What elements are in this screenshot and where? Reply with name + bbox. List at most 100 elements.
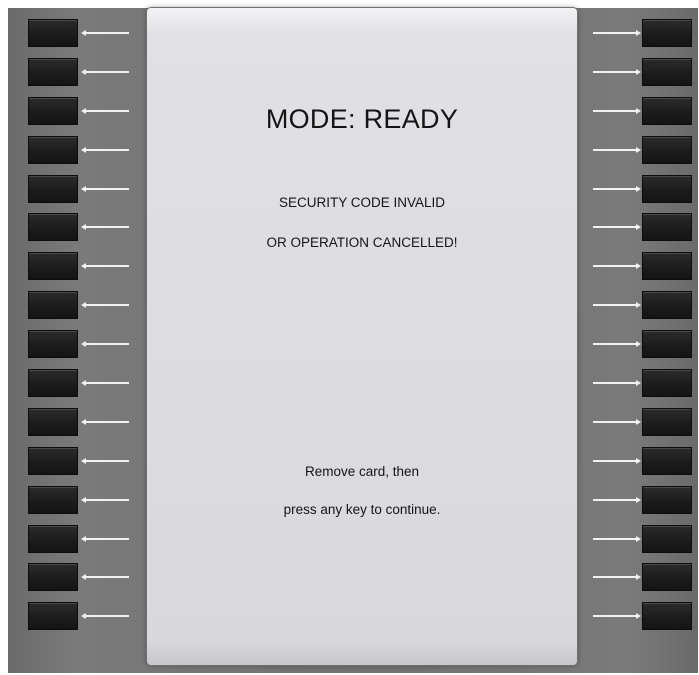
left-function-key-2[interactable] [28,57,78,86]
error-message-line-1: SECURITY CODE INVALID [278,195,446,210]
right-function-key-6[interactable] [642,213,692,242]
right-function-key-1[interactable] [642,19,692,47]
prompt-line-1: Remove card, then [304,464,420,479]
arrow-right-icon [593,457,641,464]
left-function-key-13[interactable] [28,485,78,514]
arrow-left-icon [81,613,129,620]
arrow-right-icon [593,30,641,36]
arrow-left-icon [81,574,129,581]
left-function-key-15[interactable] [28,563,78,592]
right-function-key-9[interactable] [642,330,692,359]
arrow-right-icon [593,107,641,114]
arrow-left-icon [81,146,129,153]
left-key-row [20,252,160,281]
left-key-row [20,96,160,125]
error-message-line-2: OR OPERATION CANCELLED! [266,235,458,250]
arrow-right-icon [593,496,641,503]
left-key-row [20,57,160,86]
arrow-left-icon [81,302,129,309]
right-key-row [579,174,699,203]
arrow-right-icon [593,146,641,153]
left-key-row [20,135,160,164]
right-key-row [579,563,699,592]
right-function-key-13[interactable] [642,485,692,514]
arrow-left-icon [81,535,129,542]
left-function-key-9[interactable] [28,330,78,359]
left-key-row [20,563,160,592]
arrow-left-icon [81,68,129,75]
right-function-key-3[interactable] [642,96,692,125]
left-function-key-8[interactable] [28,291,78,320]
left-key-row [20,407,160,436]
arrow-right-icon [593,224,641,231]
left-key-row [20,602,160,631]
arrow-right-icon [593,263,641,270]
arrow-right-icon [593,341,641,348]
arrow-right-icon [593,185,641,192]
left-function-key-10[interactable] [28,369,78,398]
arrow-left-icon [81,263,129,270]
left-key-row [20,524,160,553]
left-key-row [20,446,160,475]
left-function-key-16[interactable] [28,602,78,631]
arrow-left-icon [81,185,129,192]
atm-screen: MODE: READY SECURITY CODE INVALID OR OPE… [147,8,577,665]
right-key-row [579,252,699,281]
right-key-row [579,330,699,359]
arrow-right-icon [593,574,641,581]
arrow-left-icon [81,30,129,36]
left-key-row [20,174,160,203]
right-function-key-8[interactable] [642,291,692,320]
arrow-right-icon [593,380,641,387]
right-key-row [579,291,699,320]
left-function-key-7[interactable] [28,252,78,281]
left-function-key-14[interactable] [28,524,78,553]
mode-title: MODE: READY [265,104,459,134]
right-function-key-2[interactable] [642,57,692,86]
left-function-key-5[interactable] [28,174,78,203]
right-function-key-12[interactable] [642,446,692,475]
arrow-right-icon [593,535,641,542]
right-key-row [579,602,699,631]
arrow-left-icon [81,380,129,387]
arrow-right-icon [593,613,641,620]
right-key-row [579,446,699,475]
arrow-left-icon [81,341,129,348]
arrow-right-icon [593,418,641,425]
right-function-key-7[interactable] [642,252,692,281]
left-function-key-12[interactable] [28,446,78,475]
arrow-left-icon [81,457,129,464]
right-key-row [579,485,699,514]
left-function-key-11[interactable] [28,407,78,436]
right-function-key-14[interactable] [642,524,692,553]
arrow-left-icon [81,496,129,503]
right-key-row [579,19,699,47]
arrow-left-icon [81,418,129,425]
right-function-key-10[interactable] [642,369,692,398]
right-key-row [579,57,699,86]
left-key-row [20,485,160,514]
right-key-row [579,369,699,398]
right-function-key-4[interactable] [642,135,692,164]
right-function-key-15[interactable] [642,563,692,592]
right-key-row [579,135,699,164]
arrow-left-icon [81,107,129,114]
left-key-row [20,213,160,242]
right-function-key-5[interactable] [642,174,692,203]
right-key-row [579,524,699,553]
left-function-key-4[interactable] [28,135,78,164]
right-key-row [579,96,699,125]
prompt-line-2: press any key to continue. [283,502,441,517]
arrow-right-icon [593,302,641,309]
right-function-key-16[interactable] [642,602,692,631]
left-function-key-1[interactable] [28,19,78,47]
right-function-key-11[interactable] [642,407,692,436]
right-key-row [579,407,699,436]
left-key-row [20,369,160,398]
left-function-key-6[interactable] [28,213,78,242]
left-function-key-3[interactable] [28,96,78,125]
left-function-keys [20,19,160,641]
left-key-row [20,19,160,47]
right-key-row [579,213,699,242]
left-key-row [20,330,160,359]
